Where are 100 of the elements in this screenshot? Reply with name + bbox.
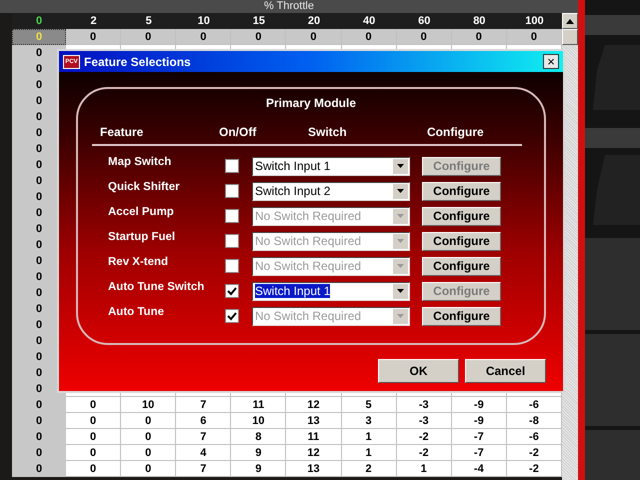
table-cell: 12 <box>286 445 342 461</box>
axis-title: % Throttle <box>264 0 314 13</box>
feature-label: Auto Tune Switch <box>108 281 206 293</box>
table-cell: 6 <box>176 413 232 429</box>
column-header: 40 <box>342 13 397 29</box>
table-cell: 0 <box>506 29 562 45</box>
table-cell: 12 <box>286 397 342 413</box>
table-cell: -4 <box>452 461 507 477</box>
checkbox[interactable] <box>225 209 239 223</box>
column-header: Configure <box>427 125 485 139</box>
row-header[interactable]: 0 <box>12 461 66 477</box>
table-cell: 10 <box>231 413 286 429</box>
table-cell: -3 <box>396 413 452 429</box>
table-cell: 0 <box>231 29 286 45</box>
row-header[interactable]: 0 <box>12 445 66 461</box>
table-cell: 11 <box>231 397 286 413</box>
table-cell: 0 <box>121 461 176 477</box>
table-cell: 7 <box>176 461 232 477</box>
checkbox[interactable] <box>225 259 239 273</box>
configure-button[interactable]: Configure <box>422 256 501 276</box>
table-cell: -2 <box>506 461 562 477</box>
table-cell: -2 <box>506 445 562 461</box>
table-cell: 0 <box>121 413 176 429</box>
table-cell: 0 <box>66 29 122 45</box>
checkbox[interactable] <box>225 234 239 248</box>
dropdown-arrow-icon <box>397 164 404 168</box>
table-cell: 0 <box>176 29 232 45</box>
ok-button[interactable]: OK <box>378 359 459 383</box>
up-arrow-icon <box>566 18 574 24</box>
configure-button[interactable]: Configure <box>422 182 501 200</box>
corner-cell: 0 <box>12 13 66 29</box>
table-cell: -3 <box>396 397 452 413</box>
table-cell: 0 <box>396 29 452 45</box>
table-cell: 3 <box>342 413 397 429</box>
table-cell: 0 <box>121 429 176 445</box>
cancel-button[interactable]: Cancel <box>465 359 546 383</box>
table-cell: -7 <box>452 429 507 445</box>
configure-button[interactable]: Configure <box>422 306 501 326</box>
table-cell: 0 <box>452 29 507 45</box>
table-cell: 7 <box>176 397 232 413</box>
table-cell: 1 <box>342 429 397 445</box>
column-header: 60 <box>396 13 452 29</box>
table-cell: 0 <box>121 445 176 461</box>
table-cell: -9 <box>452 413 507 429</box>
table-cell: 0 <box>286 29 342 45</box>
column-header: 15 <box>231 13 286 29</box>
checkbox[interactable] <box>225 184 239 198</box>
dialog-title: Feature Selections <box>84 54 192 68</box>
column-header: 20 <box>286 13 342 29</box>
dropdown-arrow-icon <box>397 289 404 293</box>
column-header: 10 <box>176 13 232 29</box>
switch-dropdown[interactable]: Switch Input 1 <box>252 156 410 176</box>
check-icon <box>227 286 237 296</box>
scroll-thumb[interactable] <box>562 29 578 45</box>
configure-button[interactable]: Configure <box>422 232 501 250</box>
dropdown-arrow-icon <box>397 314 404 318</box>
table-cell: 0 <box>342 29 397 45</box>
table-cell: 2 <box>342 461 397 477</box>
table-cell: -9 <box>452 397 507 413</box>
column-header: 5 <box>121 13 176 29</box>
column-header: 80 <box>452 13 507 29</box>
switch-dropdown[interactable]: Switch Input 2 <box>252 182 410 200</box>
check-icon <box>227 312 237 320</box>
table-cell: 0 <box>66 429 122 445</box>
table-cell: 0 <box>121 29 176 45</box>
table-cell: 4 <box>176 445 232 461</box>
table-cell: 0 <box>66 397 122 413</box>
table-cell: 0 <box>66 445 122 461</box>
table-cell: 8 <box>231 429 286 445</box>
switch-dropdown[interactable]: Switch Input 1 <box>252 282 410 300</box>
feature-label: Quick Shifter <box>108 181 181 193</box>
table-cell: 9 <box>231 445 286 461</box>
checkbox[interactable] <box>225 309 239 323</box>
dropdown-arrow-icon <box>397 214 404 218</box>
panel-title: Primary Module <box>264 96 358 110</box>
table-cell: 13 <box>286 413 342 429</box>
table-cell: -2 <box>396 429 452 445</box>
configure-button[interactable]: Configure <box>422 206 501 226</box>
table-cell: 5 <box>342 397 397 413</box>
row-header[interactable]: 0 <box>12 397 66 413</box>
table-cell: 11 <box>286 429 342 445</box>
table-cell: -8 <box>506 413 562 429</box>
checkbox[interactable] <box>225 284 239 298</box>
feature-label: Startup Fuel <box>108 231 176 243</box>
feature-label: Accel Pump <box>108 206 175 218</box>
scroll-up-button[interactable] <box>562 13 578 29</box>
column-header: 100 <box>506 13 562 29</box>
checkbox[interactable] <box>225 159 239 173</box>
table-cell: 10 <box>121 397 176 413</box>
table-cell: 1 <box>396 461 452 477</box>
feature-label: Rev X-tend <box>108 256 170 268</box>
feature-label: Auto Tune <box>108 306 165 318</box>
table-cell: -7 <box>452 445 507 461</box>
close-button[interactable]: × <box>543 54 559 69</box>
row-header[interactable]: 0 <box>12 429 66 445</box>
table-cell: 9 <box>231 461 286 477</box>
table-cell: -6 <box>506 429 562 445</box>
row-header[interactable]: 0 <box>12 413 66 429</box>
column-header: Feature <box>100 125 144 139</box>
column-header: 2 <box>66 13 122 29</box>
